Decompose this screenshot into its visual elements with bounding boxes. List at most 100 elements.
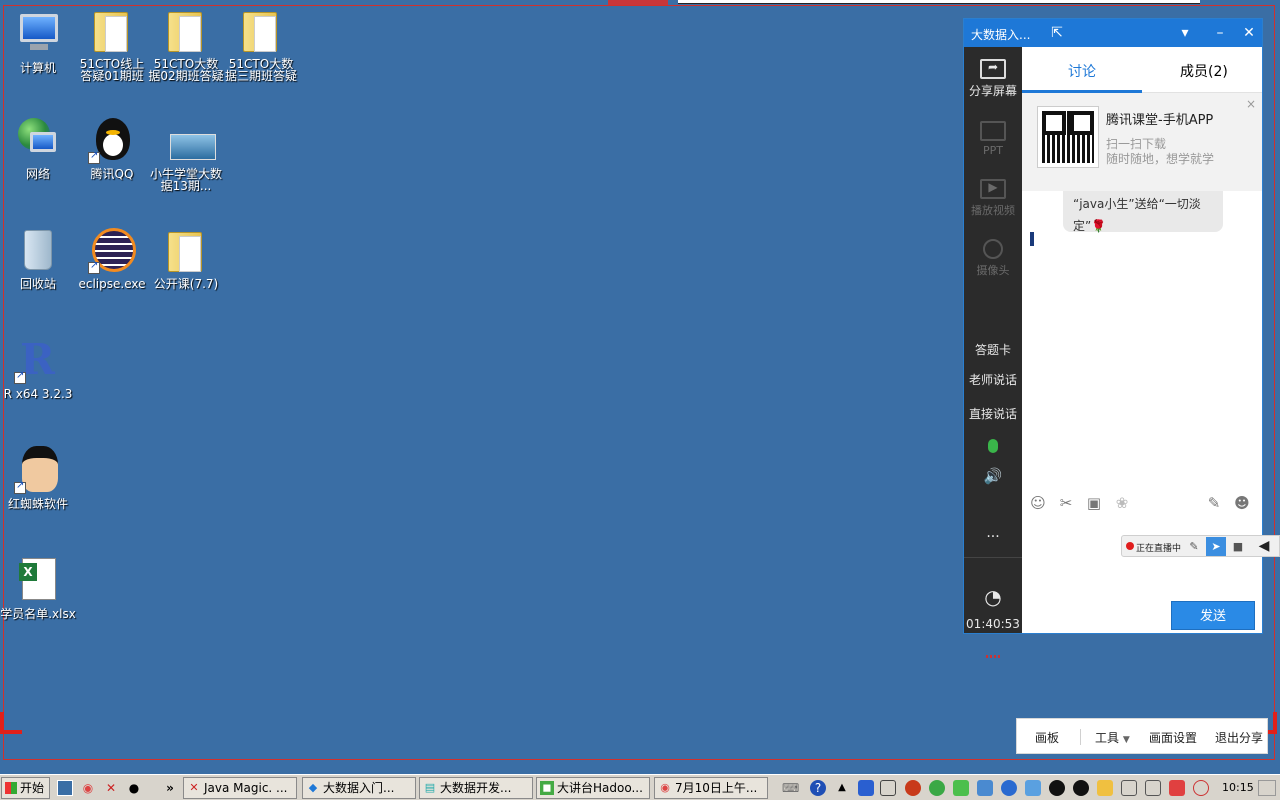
tray-device-icon[interactable] — [1145, 780, 1161, 796]
desktop-icon-recycle-bin[interactable]: 回收站 — [0, 226, 76, 290]
share-screen-button[interactable]: ➦ 分享屏幕 — [964, 59, 1022, 99]
taskbar-item-hadoop[interactable]: ◼ 大讲台Hadoo... — [536, 777, 650, 799]
share-top-bar — [678, 0, 1200, 4]
promo-line-2: 随时随地，想学就学 — [1106, 152, 1215, 166]
start-button[interactable]: 开始 — [1, 777, 50, 799]
direct-talk-button[interactable]: 直接说话 — [964, 405, 1022, 422]
more-icon: ... — [986, 525, 1000, 541]
desktop-icon-folder-public[interactable]: 公开课(7.7) — [148, 226, 224, 290]
image-upload-icon[interactable]: ▣ — [1084, 493, 1104, 513]
tab-members[interactable]: 成员(2) — [1180, 61, 1228, 81]
tray-qq2-icon[interactable] — [1073, 780, 1089, 796]
board-button[interactable]: 画板 — [1035, 729, 1059, 746]
desktop-icon-label: 学员名单.xlsx — [0, 607, 76, 621]
pointer-icon[interactable]: ➤ — [1206, 537, 1226, 556]
folder-icon — [162, 6, 210, 54]
task-label: Java Magic. ... — [204, 781, 288, 795]
more-button[interactable]: ... — [964, 525, 1022, 541]
desktop-icon-folder-03[interactable]: 51CTO大数据三期班答疑 — [223, 6, 299, 82]
quicklaunch-more-icon[interactable]: » — [162, 780, 178, 796]
tray-folder-icon[interactable] — [1097, 780, 1113, 796]
desktop-icon-network[interactable]: 网络 — [0, 116, 76, 180]
taskbar-item-july10[interactable]: ◉ 7月10日上午... — [654, 777, 768, 799]
tools-dropdown[interactable]: 工具 ▼ — [1095, 729, 1130, 746]
teacher-talk-button[interactable]: 老师说话 — [964, 371, 1022, 388]
task-label: 7月10日上午... — [675, 781, 758, 795]
minimize-icon[interactable]: – — [1211, 24, 1229, 42]
share-out-icon[interactable]: ⇱ — [1048, 24, 1066, 42]
add-member-icon[interactable]: ☻ — [1232, 493, 1252, 513]
desktop-icon-eclipse[interactable]: eclipse.exe — [74, 226, 150, 290]
tray-monitor-icon[interactable] — [1121, 780, 1137, 796]
ppt-button[interactable]: PPT — [964, 121, 1022, 157]
help-icon[interactable]: ? — [810, 780, 826, 796]
video-camera-icon[interactable]: ■ — [1228, 537, 1248, 556]
xshell-icon: ✕ — [189, 781, 199, 794]
share-screen-icon: ➦ — [980, 59, 1006, 79]
taskbar-item-bigdata-dev[interactable]: ▤ 大数据开发... — [419, 777, 533, 799]
show-desktop-icon[interactable] — [57, 780, 73, 796]
eclipse-icon — [88, 226, 136, 274]
panel-tabs: 讨论 成员(2) — [1022, 47, 1262, 93]
taskbar: 开始 ◉ ✕ ● » ✕ Java Magic. ... ◆ 大数据入门... ▤ 大… — [0, 774, 1280, 800]
desktop-icon-label: 51CTO大数据三期班答疑 — [224, 57, 297, 83]
desktop-icon-folder-02[interactable]: 51CTO大数据02期班答疑 — [148, 6, 224, 82]
xshell-icon[interactable]: ✕ — [103, 780, 119, 796]
volume-icon[interactable]: ◀ — [1254, 537, 1274, 556]
desktop-icon-r[interactable]: R R x64 3.2.3 — [0, 336, 76, 401]
task-label: 大数据开发... — [440, 781, 512, 795]
tray-360-icon[interactable] — [929, 780, 945, 796]
tray-shield-icon[interactable] — [1025, 780, 1041, 796]
chrome-icon: ◉ — [660, 781, 670, 794]
show-desktop-button[interactable] — [1258, 780, 1276, 796]
speaker-button[interactable]: 🔊 — [964, 467, 1022, 485]
tray-app-icon[interactable] — [858, 780, 874, 796]
tray-wechat-icon[interactable] — [953, 780, 969, 796]
promo-close-icon[interactable]: × — [1246, 97, 1256, 111]
desktop-icon-computer[interactable]: 计算机 — [0, 10, 76, 74]
tray-record-icon[interactable] — [905, 780, 921, 796]
chevron-down-icon[interactable]: ▾ — [1176, 24, 1194, 42]
panel-titlebar[interactable]: 大数据入... ⇱ ▾ – ✕ — [964, 19, 1262, 47]
play-video-button[interactable]: ▶ 播放视频 — [964, 179, 1022, 218]
live-status-bar: 正在直播中 ✎ ➤ ■ ◀ — [1121, 535, 1280, 557]
exit-share-button[interactable]: 退出分享 — [1215, 729, 1263, 746]
tray-network-icon[interactable] — [977, 780, 993, 796]
classroom-icon: ◆ — [308, 781, 318, 794]
tray-qq-icon[interactable] — [1049, 780, 1065, 796]
taskbar-clock[interactable]: 10:15 — [1222, 781, 1254, 794]
answer-card-button[interactable]: 答题卡 — [964, 341, 1022, 358]
desktop: 计算机 51CTO线上答疑01期班 51CTO大数据02期班答疑 51CTO大数… — [0, 0, 1280, 774]
tab-discussion[interactable]: 讨论 — [1068, 61, 1096, 81]
emoji-icon[interactable]: ☺ — [1028, 493, 1048, 513]
scissors-icon[interactable]: ✂ — [1056, 493, 1076, 513]
chrome-icon[interactable]: ◉ — [80, 780, 96, 796]
close-icon[interactable]: ✕ — [1240, 24, 1258, 42]
camera-button[interactable]: 摄像头 — [964, 239, 1022, 278]
timer-icon-button[interactable]: ◔ — [964, 585, 1022, 609]
desktop-icon-red-spider[interactable]: 红蜘蛛软件 — [0, 446, 76, 510]
desktop-icon-excel[interactable]: 学员名单.xlsx — [0, 556, 76, 620]
teacher-talk-label: 老师说话 — [968, 373, 1017, 387]
tray-expand-icon[interactable]: ▲ — [834, 780, 850, 796]
text-cursor — [1030, 232, 1034, 246]
tray-bluetooth-icon[interactable] — [1001, 780, 1017, 796]
microphone-button[interactable] — [964, 439, 1022, 453]
desktop-icon-image[interactable]: 小牛学堂大数据13期... — [148, 126, 224, 192]
desktop-icon-qq[interactable]: 腾讯QQ — [74, 116, 150, 180]
qr-code — [1037, 106, 1099, 168]
pen-icon[interactable]: ✎ — [1184, 537, 1204, 556]
send-button[interactable]: 发送 — [1171, 601, 1255, 630]
edit-icon[interactable]: ✎ — [1204, 493, 1224, 513]
tray-mute-icon[interactable] — [1193, 780, 1209, 796]
tray-window-icon[interactable] — [880, 780, 896, 796]
taskbar-item-bigdata-intro[interactable]: ◆ 大数据入门... — [302, 777, 416, 799]
tray-alert-icon[interactable] — [1169, 780, 1185, 796]
ppt-icon — [980, 121, 1006, 141]
qq-quicklaunch-icon[interactable]: ● — [126, 780, 142, 796]
screen-settings-button[interactable]: 画面设置 — [1149, 729, 1197, 746]
flower-icon[interactable]: ❀ — [1112, 493, 1132, 513]
desktop-icon-folder-01[interactable]: 51CTO线上答疑01期班 — [74, 6, 150, 82]
taskbar-item-java[interactable]: ✕ Java Magic. ... — [183, 777, 297, 799]
keyboard-icon[interactable]: ⌨ — [782, 780, 799, 796]
